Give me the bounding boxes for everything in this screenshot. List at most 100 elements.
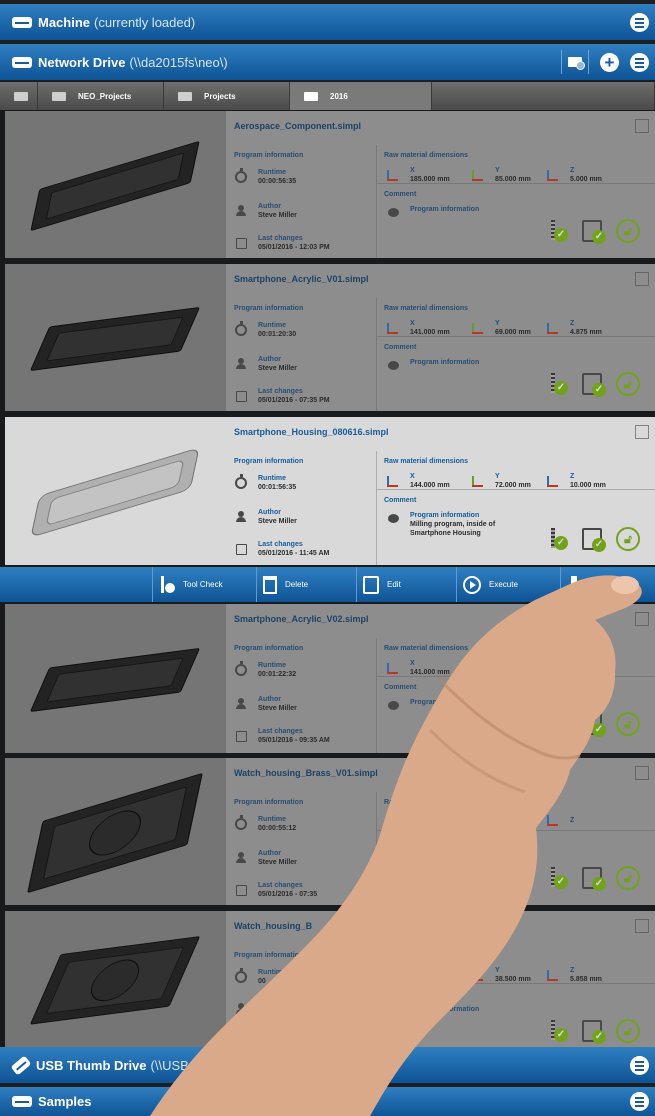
- folder-add-icon: [568, 57, 585, 70]
- author-label: Author: [258, 203, 281, 210]
- breadcrumb-item-current[interactable]: 2016: [290, 82, 432, 110]
- program-info: Smartphone_Acrylic_V01.simpl Program inf…: [226, 264, 655, 411]
- author-value: Steve Miller: [258, 212, 297, 219]
- x-value: 141.000 mm: [410, 669, 450, 676]
- network-menu-button[interactable]: [630, 53, 649, 72]
- add-button[interactable]: +: [600, 53, 619, 72]
- last-changes-label: Last changes: [258, 235, 303, 242]
- samples-menu-button[interactable]: [630, 1092, 649, 1111]
- program-thumbnail: [5, 911, 226, 1047]
- x-axis-icon: [386, 661, 400, 675]
- comment-text: Milling program, inside of Smartphone Ho…: [410, 521, 496, 537]
- select-checkbox[interactable]: [635, 766, 649, 780]
- last-changes-value: 05/01/2016 - 07:35: [258, 891, 318, 898]
- usb-menu-button[interactable]: [630, 1056, 649, 1075]
- folder-open-icon: [304, 91, 318, 101]
- program-thumbnail: [5, 417, 226, 565]
- program-filename[interactable]: Aerospace_Component.simpl: [234, 121, 361, 131]
- status-icons: ✓ ✓ 🔓︎: [548, 1019, 640, 1044]
- user-icon: [236, 698, 246, 710]
- program-card[interactable]: Smartphone_Acrylic_V02.simpl Program inf…: [5, 604, 655, 753]
- comment-title: Program information: [410, 359, 480, 366]
- y-label: Y: [495, 816, 500, 824]
- program-info-heading: Program information: [234, 152, 304, 159]
- tool-check-button[interactable]: Tool Check: [152, 567, 256, 602]
- program-info: Smartphone_Acrylic_V02.simpl Program inf…: [226, 604, 655, 753]
- usb-drive-header[interactable]: USB Thumb Drive (\\USB_32: [0, 1047, 655, 1083]
- z-axis-icon: [546, 968, 560, 982]
- program-card[interactable]: Aerospace_Component.simpl Program inform…: [5, 111, 655, 258]
- user-icon: [236, 358, 246, 370]
- samples-header[interactable]: Samples: [0, 1087, 655, 1116]
- program-info: Smartphone_Housing_080616.simpl Program …: [226, 417, 655, 565]
- unlock-icon[interactable]: 🔓︎: [616, 527, 640, 551]
- usb-subtitle: (\\USB_32: [150, 1057, 211, 1073]
- raw-material-heading: Raw material dimensions: [384, 458, 469, 465]
- tool-check-status-icon: ✓: [548, 373, 568, 395]
- unlock-icon[interactable]: 🔓︎: [616, 372, 640, 396]
- folder-up-icon: [14, 91, 28, 101]
- edit-button[interactable]: Edit: [356, 567, 456, 602]
- comment-icon: [387, 360, 399, 370]
- delete-button[interactable]: Delete: [256, 567, 356, 602]
- drive-icon: [12, 16, 32, 28]
- transfer-button[interactable]: [560, 567, 655, 602]
- edit-icon: [363, 575, 379, 594]
- machine-menu-button[interactable]: [630, 13, 649, 32]
- execute-button[interactable]: Execute: [456, 567, 560, 602]
- edit-icon: [235, 543, 247, 555]
- unlock-icon[interactable]: 🔓︎: [616, 1019, 640, 1043]
- program-card[interactable]: Watch_housing_B Program information Raw …: [5, 911, 655, 1047]
- program-filename[interactable]: Smartphone_Acrylic_V02.simpl: [234, 614, 369, 624]
- breadcrumb-item[interactable]: NEO_Projects: [38, 82, 164, 110]
- program-card[interactable]: Smartphone_Housing_080616.simpl Program …: [5, 417, 655, 565]
- raw-material-heading: Raw material dimensions: [384, 152, 469, 159]
- program-filename[interactable]: Watch_housing_Brass_V01.simpl: [234, 768, 378, 778]
- program-card[interactable]: Smartphone_Acrylic_V01.simpl Program inf…: [5, 264, 655, 411]
- usb-icon: [10, 1055, 32, 1075]
- x-value: 144.000 mm: [410, 482, 450, 489]
- user-icon: [236, 205, 246, 217]
- comment-title: Program information: [410, 1006, 480, 1013]
- network-drive-icon: [12, 56, 32, 68]
- z-axis-icon: [546, 321, 560, 335]
- y-axis-icon: [471, 659, 485, 673]
- select-checkbox[interactable]: [635, 272, 649, 286]
- select-checkbox[interactable]: [635, 119, 649, 133]
- program-filename[interactable]: Smartphone_Acrylic_V01.simpl: [234, 274, 369, 284]
- z-axis-icon: [546, 659, 560, 673]
- select-checkbox[interactable]: [635, 612, 649, 626]
- last-changes-label: Last changes: [258, 728, 303, 735]
- unlock-icon[interactable]: 🔓︎: [616, 219, 640, 243]
- samples-drive-icon: [12, 1096, 32, 1107]
- program-check-status-icon: ✓: [582, 220, 606, 244]
- tool-check-status-icon: ✓: [548, 1020, 568, 1042]
- unlock-icon[interactable]: 🔓︎: [616, 866, 640, 890]
- z-label: Z: [570, 816, 575, 824]
- breadcrumb-item[interactable]: Projects: [164, 82, 290, 110]
- divider: [376, 638, 377, 753]
- y-axis-icon: [471, 321, 485, 335]
- comment-heading: Comment: [384, 344, 417, 351]
- select-checkbox[interactable]: [635, 425, 649, 439]
- author-value: Steve Miller: [258, 705, 297, 712]
- last-changes-label: Last changes: [258, 882, 303, 889]
- program-info-heading: Program information: [234, 952, 304, 959]
- program-filename[interactable]: Watch_housing_B: [234, 921, 312, 931]
- folder-up-button[interactable]: [0, 82, 38, 110]
- z-value: 10.000 mm: [570, 482, 606, 489]
- machine-header[interactable]: Machine (currently loaded): [0, 4, 655, 40]
- z-axis-icon: [546, 813, 560, 827]
- program-filename[interactable]: Smartphone_Housing_080616.simpl: [234, 427, 389, 437]
- select-checkbox[interactable]: [635, 919, 649, 933]
- divider: [376, 451, 377, 565]
- comment-title: Program information: [410, 699, 480, 706]
- new-folder-button[interactable]: [561, 50, 589, 74]
- z-axis-icon: [546, 168, 560, 182]
- x-axis-icon: [386, 966, 400, 980]
- network-drive-header[interactable]: Network Drive (\\da2015fs\neo\) +: [0, 44, 655, 80]
- program-card[interactable]: Watch_housing_Brass_V01.simpl Program in…: [5, 758, 655, 905]
- x-value: 185.000 mm: [410, 176, 450, 183]
- user-icon: [236, 511, 246, 523]
- unlock-icon[interactable]: 🔓︎: [616, 712, 640, 736]
